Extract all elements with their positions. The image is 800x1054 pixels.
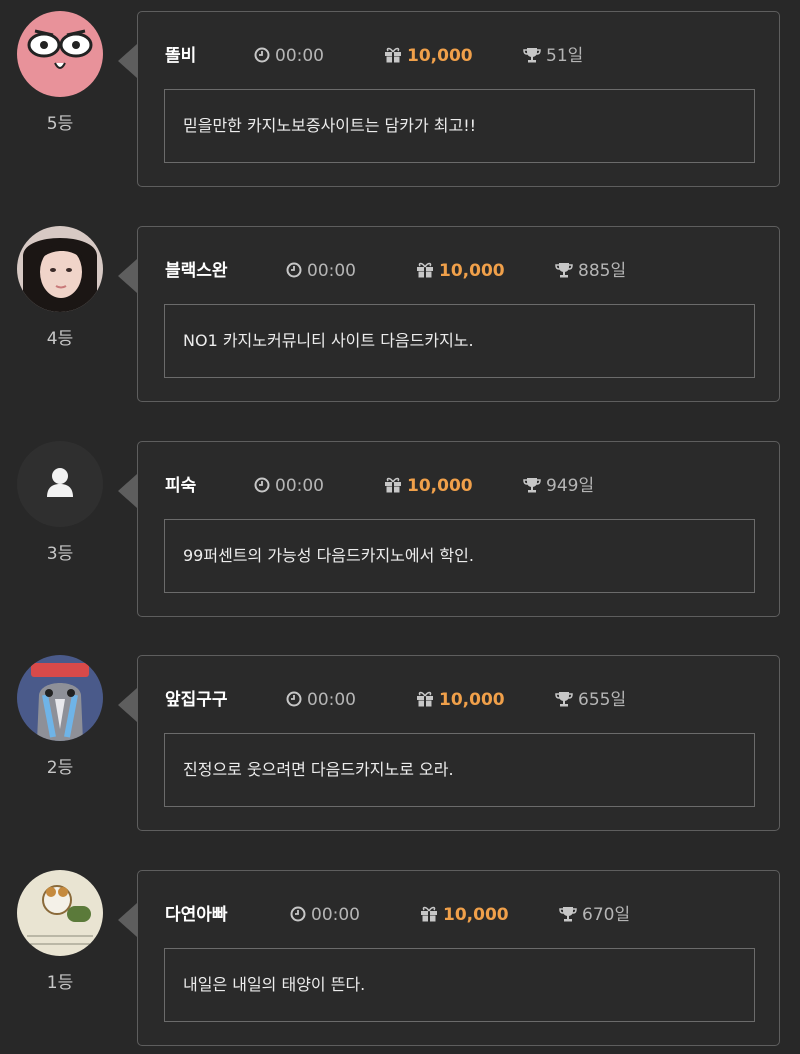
user-silhouette-icon	[52, 468, 68, 484]
clock-icon	[290, 906, 306, 922]
rank-label: 3등	[46, 544, 74, 564]
meta-row: 똘비 00:00 10,000 51일	[138, 44, 779, 68]
username[interactable]: 똘비	[165, 44, 196, 68]
time-info: 00:00	[286, 259, 356, 283]
time-value: 00:00	[275, 476, 324, 496]
username[interactable]: 블랙스완	[165, 259, 228, 283]
time-info: 00:00	[290, 903, 360, 927]
time-info: 00:00	[286, 688, 356, 712]
points-info: 10,000	[384, 44, 473, 68]
meta-row: 피숙 00:00 10,000 949일	[138, 474, 779, 498]
username[interactable]: 다연아빠	[165, 903, 228, 927]
days-info: 670일	[559, 903, 630, 927]
comment-card: 피숙 00:00 10,000 949일 99퍼센트의 가능성 다음드카지노에서…	[137, 441, 780, 617]
rank-label: 1등	[46, 973, 74, 993]
points-value: 10,000	[443, 905, 509, 925]
avatar[interactable]	[17, 870, 103, 956]
comment-card: 다연아빠 00:00 10,000 670일 내일은 내일의 태양이 뜬다.	[137, 870, 780, 1046]
ranking-entry: 3등 피숙 00:00 10,000 949일 99퍼센트의 가능성 다음드카지…	[0, 441, 800, 621]
ranking-entry: 1등 다연아빠 00:00 10,000 670일 내일은 내일의 태양이 뜬다…	[0, 870, 800, 1050]
clock-icon	[254, 47, 270, 63]
trophy-icon	[523, 48, 541, 63]
points-info: 10,000	[384, 474, 473, 498]
trophy-icon	[559, 907, 577, 922]
points-info: 10,000	[420, 903, 509, 927]
clock-icon	[286, 262, 302, 278]
avatar-column: 5등	[17, 11, 103, 134]
ranking-entry: 4등 블랙스완 00:00 10,000 885일 NO1 카지노커뮤니티 사이…	[0, 226, 800, 406]
comment-card: 똘비 00:00 10,000 51일 믿을만한 카지노보증사이트는 담카가 최…	[137, 11, 780, 187]
gift-icon	[385, 477, 401, 493]
username[interactable]: 피숙	[165, 474, 196, 498]
comment-message: 진정으로 웃으려면 다음드카지노로 오라.	[164, 733, 755, 807]
avatar-column: 4등	[17, 226, 103, 349]
avatar-column: 2등	[17, 655, 103, 778]
meta-row: 블랙스완 00:00 10,000 885일	[138, 259, 779, 283]
days-value: 949일	[546, 476, 595, 496]
avatar[interactable]	[17, 441, 103, 527]
trophy-icon	[523, 478, 541, 493]
days-value: 885일	[578, 261, 627, 281]
meta-row: 앞집구구 00:00 10,000 655일	[138, 688, 779, 712]
comment-message: 99퍼센트의 가능성 다음드카지노에서 학인.	[164, 519, 755, 593]
gift-icon	[417, 262, 433, 278]
points-value: 10,000	[439, 261, 505, 281]
time-value: 00:00	[307, 690, 356, 710]
rank-label: 4등	[46, 329, 74, 349]
ranking-entry: 5등 똘비 00:00 10,000 51일 믿을만한 카지노보증사이트는 담카…	[0, 11, 800, 191]
comment-card: 앞집구구 00:00 10,000 655일 진정으로 웃으려면 다음드카지노로…	[137, 655, 780, 831]
trophy-icon	[555, 263, 573, 278]
time-info: 00:00	[254, 44, 324, 68]
clock-icon	[286, 691, 302, 707]
speech-pointer	[118, 688, 137, 722]
days-value: 670일	[582, 905, 631, 925]
points-value: 10,000	[439, 690, 505, 710]
clock-icon	[254, 477, 270, 493]
avatar[interactable]	[17, 11, 103, 97]
avatar-column: 1등	[17, 870, 103, 993]
avatar[interactable]	[17, 655, 103, 741]
time-value: 00:00	[311, 905, 360, 925]
time-info: 00:00	[254, 474, 324, 498]
days-value: 655일	[578, 690, 627, 710]
comment-message: 믿을만한 카지노보증사이트는 담카가 최고!!	[164, 89, 755, 163]
days-info: 885일	[555, 259, 626, 283]
trophy-icon	[555, 692, 573, 707]
gift-icon	[385, 47, 401, 63]
speech-pointer	[118, 903, 137, 937]
speech-pointer	[118, 259, 137, 293]
comment-message: NO1 카지노커뮤니티 사이트 다음드카지노.	[164, 304, 755, 378]
avatar[interactable]	[17, 226, 103, 312]
username[interactable]: 앞집구구	[165, 688, 228, 712]
comment-message: 내일은 내일의 태양이 뜬다.	[164, 948, 755, 1022]
speech-pointer	[118, 44, 137, 78]
rank-label: 5등	[46, 114, 74, 134]
points-info: 10,000	[416, 259, 505, 283]
points-value: 10,000	[407, 46, 473, 66]
meta-row: 다연아빠 00:00 10,000 670일	[138, 903, 779, 927]
points-value: 10,000	[407, 476, 473, 496]
points-info: 10,000	[416, 688, 505, 712]
avatar-column: 3등	[17, 441, 103, 564]
rank-label: 2등	[46, 758, 74, 778]
days-info: 949일	[523, 474, 594, 498]
attendance-ranking-list: 5등 똘비 00:00 10,000 51일 믿을만한 카지노보증사이트는 담카…	[0, 0, 800, 1054]
days-info: 51일	[523, 44, 583, 68]
time-value: 00:00	[307, 261, 356, 281]
gift-icon	[421, 906, 437, 922]
days-info: 655일	[555, 688, 626, 712]
comment-card: 블랙스완 00:00 10,000 885일 NO1 카지노커뮤니티 사이트 다…	[137, 226, 780, 402]
time-value: 00:00	[275, 46, 324, 66]
ranking-entry: 2등 앞집구구 00:00 10,000 655일 진정으로 웃으려면 다음드카…	[0, 655, 800, 835]
gift-icon	[417, 691, 433, 707]
speech-pointer	[118, 474, 137, 508]
days-value: 51일	[546, 46, 584, 66]
